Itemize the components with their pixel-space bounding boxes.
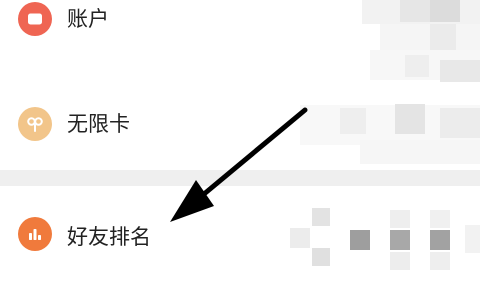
menu-screen: 账户 无限卡 好友排名 xyxy=(0,0,480,284)
pixelated-content xyxy=(290,0,480,270)
